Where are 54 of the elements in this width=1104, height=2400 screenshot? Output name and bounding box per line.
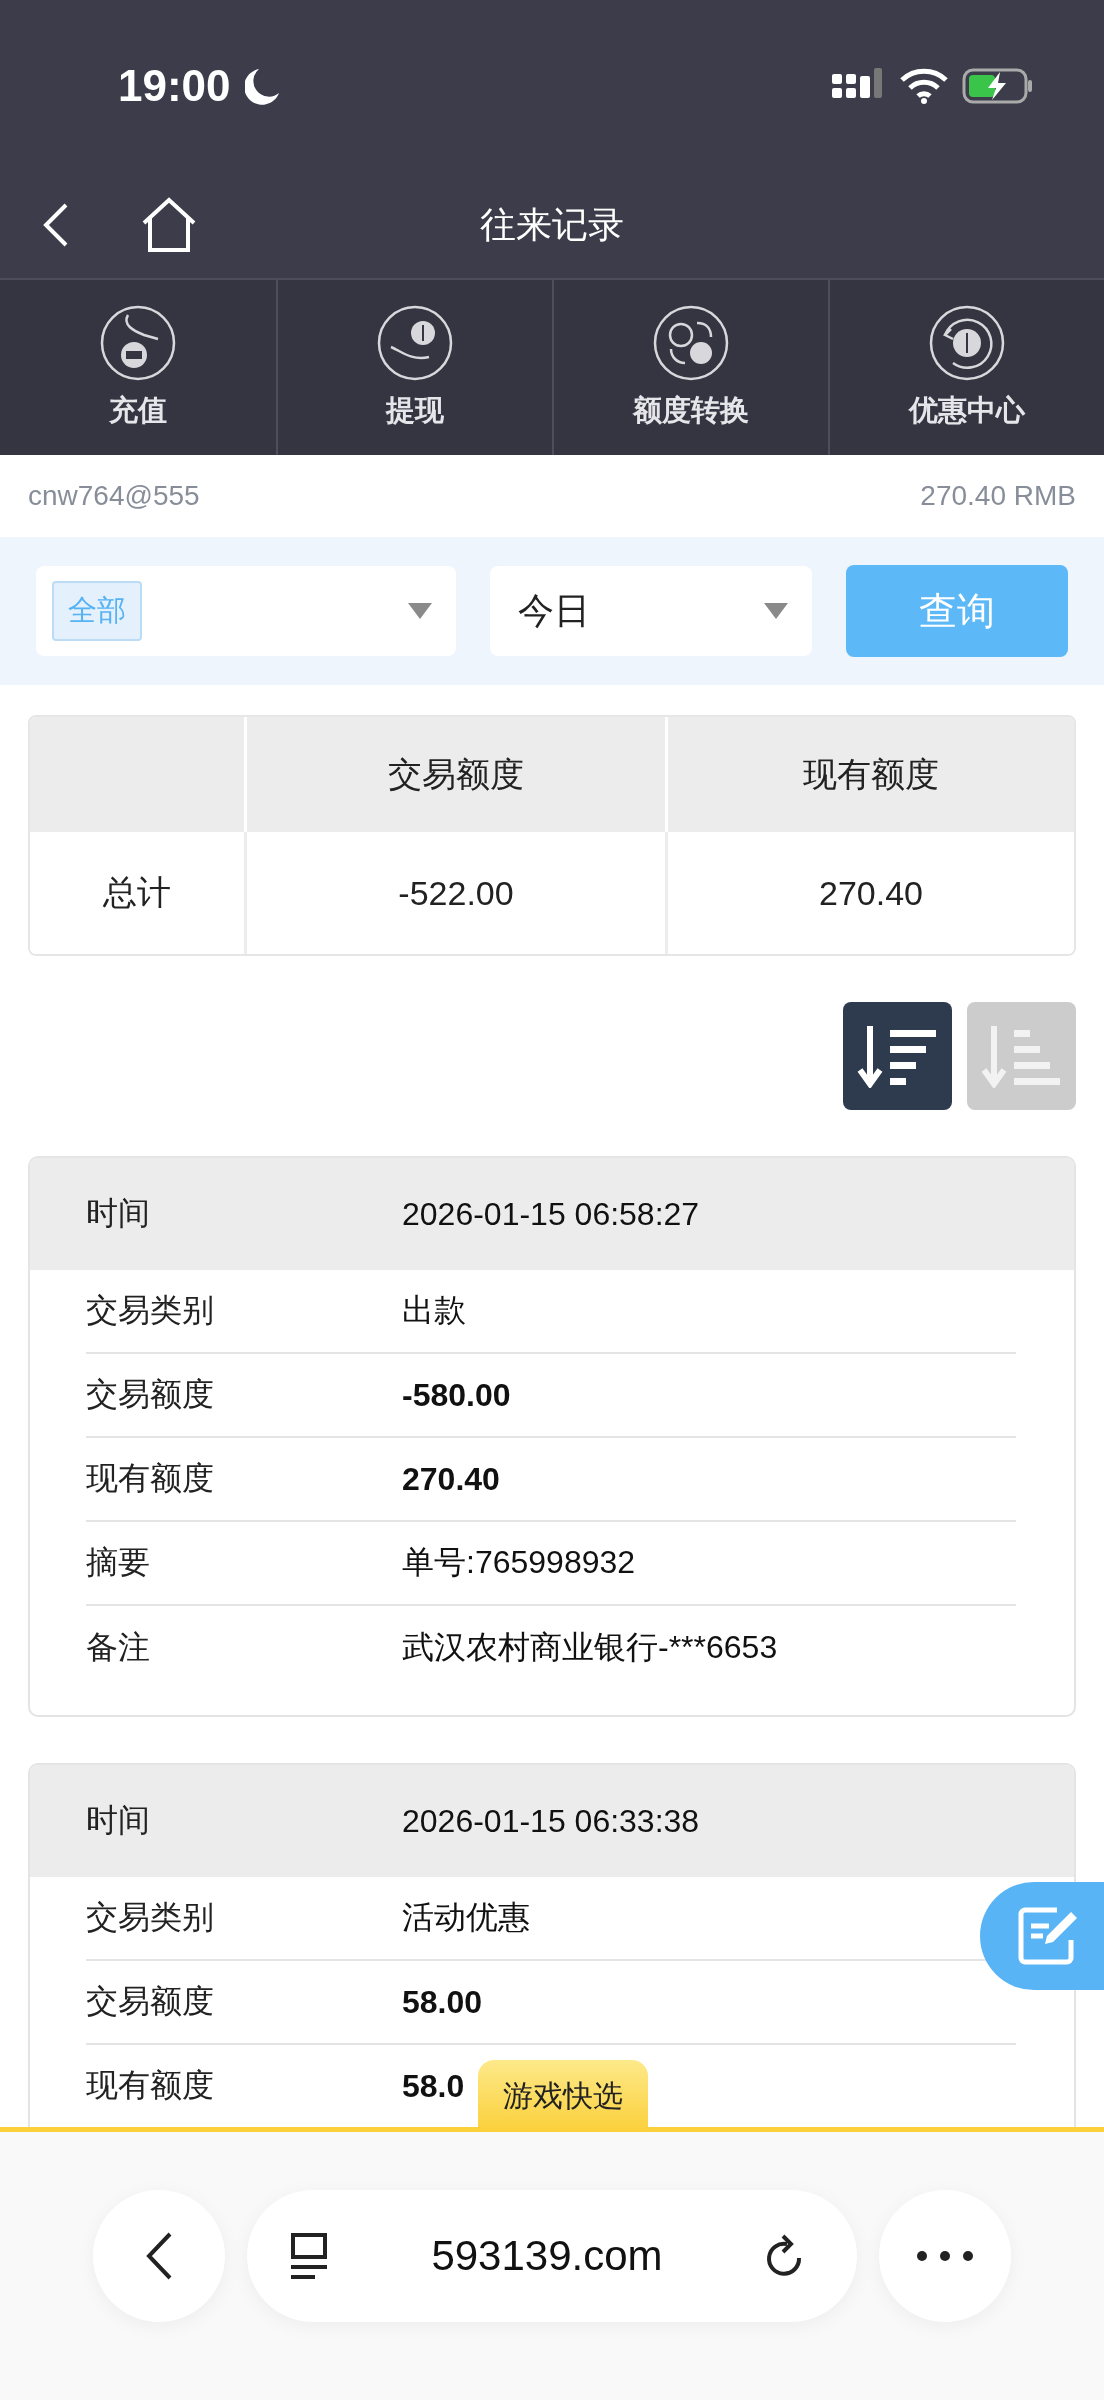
- period-value: 今日: [518, 588, 590, 633]
- record-label: 交易额度: [86, 1375, 215, 1414]
- quick-action-tab[interactable]: 优惠中心: [828, 280, 1104, 455]
- record-value: 270.40: [402, 1460, 500, 1498]
- record-value: 2026-01-15 06:58:27: [402, 1195, 700, 1233]
- quick-action-tab[interactable]: 提现: [276, 280, 552, 455]
- moon-icon: [244, 67, 281, 105]
- record-label: 时间: [86, 1194, 151, 1233]
- period-select[interactable]: 今日: [490, 566, 812, 656]
- sort-button[interactable]: [843, 1002, 952, 1110]
- record-value: 58.00: [402, 1983, 483, 2021]
- record-label: 交易额度: [86, 1982, 215, 2021]
- hand-card-icon: [100, 304, 176, 381]
- record-value: -580.00: [402, 1376, 511, 1414]
- page-title: 往来记录: [480, 202, 624, 247]
- status-time: 19:00: [118, 61, 231, 111]
- record-label: 摘要: [86, 1543, 151, 1582]
- record-value: 58.0: [402, 2067, 465, 2105]
- quick-action-tab[interactable]: 额度转换: [552, 280, 828, 455]
- table-header-cell: 交易额度: [244, 717, 665, 832]
- record-label: 交易类别: [86, 1291, 215, 1330]
- game-quick-select-tab[interactable]: 游戏快选: [478, 2060, 648, 2132]
- record-value: 出款: [402, 1291, 466, 1330]
- quick-action-label: 充值: [109, 392, 167, 428]
- account-balance: 270.40 RMB: [920, 480, 1076, 512]
- more-icon: [916, 2250, 974, 2262]
- record-label: 现有额度: [86, 1459, 215, 1498]
- record-value: 单号:765998932: [402, 1543, 636, 1582]
- battery-charging-icon: [962, 68, 1034, 104]
- hand-coin-icon: [377, 304, 453, 381]
- table-cell: 270.40: [665, 832, 1074, 954]
- record-label: 备注: [86, 1628, 151, 1667]
- wifi-icon: [900, 68, 948, 104]
- home-icon[interactable]: [140, 197, 198, 253]
- exchange-coins-icon: [653, 304, 729, 381]
- record-value: 2026-01-15 06:33:38: [402, 1802, 700, 1840]
- account-username: cnw764@555: [28, 480, 200, 512]
- record-label: 交易类别: [86, 1898, 215, 1937]
- record-label: 时间: [86, 1801, 151, 1840]
- back-icon: [144, 2231, 174, 2281]
- record-value: 活动优惠: [402, 1898, 530, 1937]
- url-text: 593139.com: [431, 2232, 663, 2280]
- dropdown-caret-icon: [408, 603, 432, 619]
- quick-action-label: 提现: [386, 392, 444, 428]
- type-tag: 全部: [52, 581, 142, 641]
- record-value: 武汉农村商业银行-***6653: [402, 1628, 778, 1667]
- coin-refresh-icon: [929, 304, 1005, 381]
- quick-action-label: 额度转换: [633, 392, 749, 428]
- record-label: 现有额度: [86, 2066, 215, 2105]
- dropdown-caret-icon: [764, 603, 788, 619]
- address-bar[interactable]: 593139.com: [247, 2190, 857, 2322]
- table-header-cell: 现有额度: [665, 717, 1074, 832]
- quick-action-label: 优惠中心: [909, 392, 1025, 428]
- quick-action-tab[interactable]: 充值: [0, 280, 276, 455]
